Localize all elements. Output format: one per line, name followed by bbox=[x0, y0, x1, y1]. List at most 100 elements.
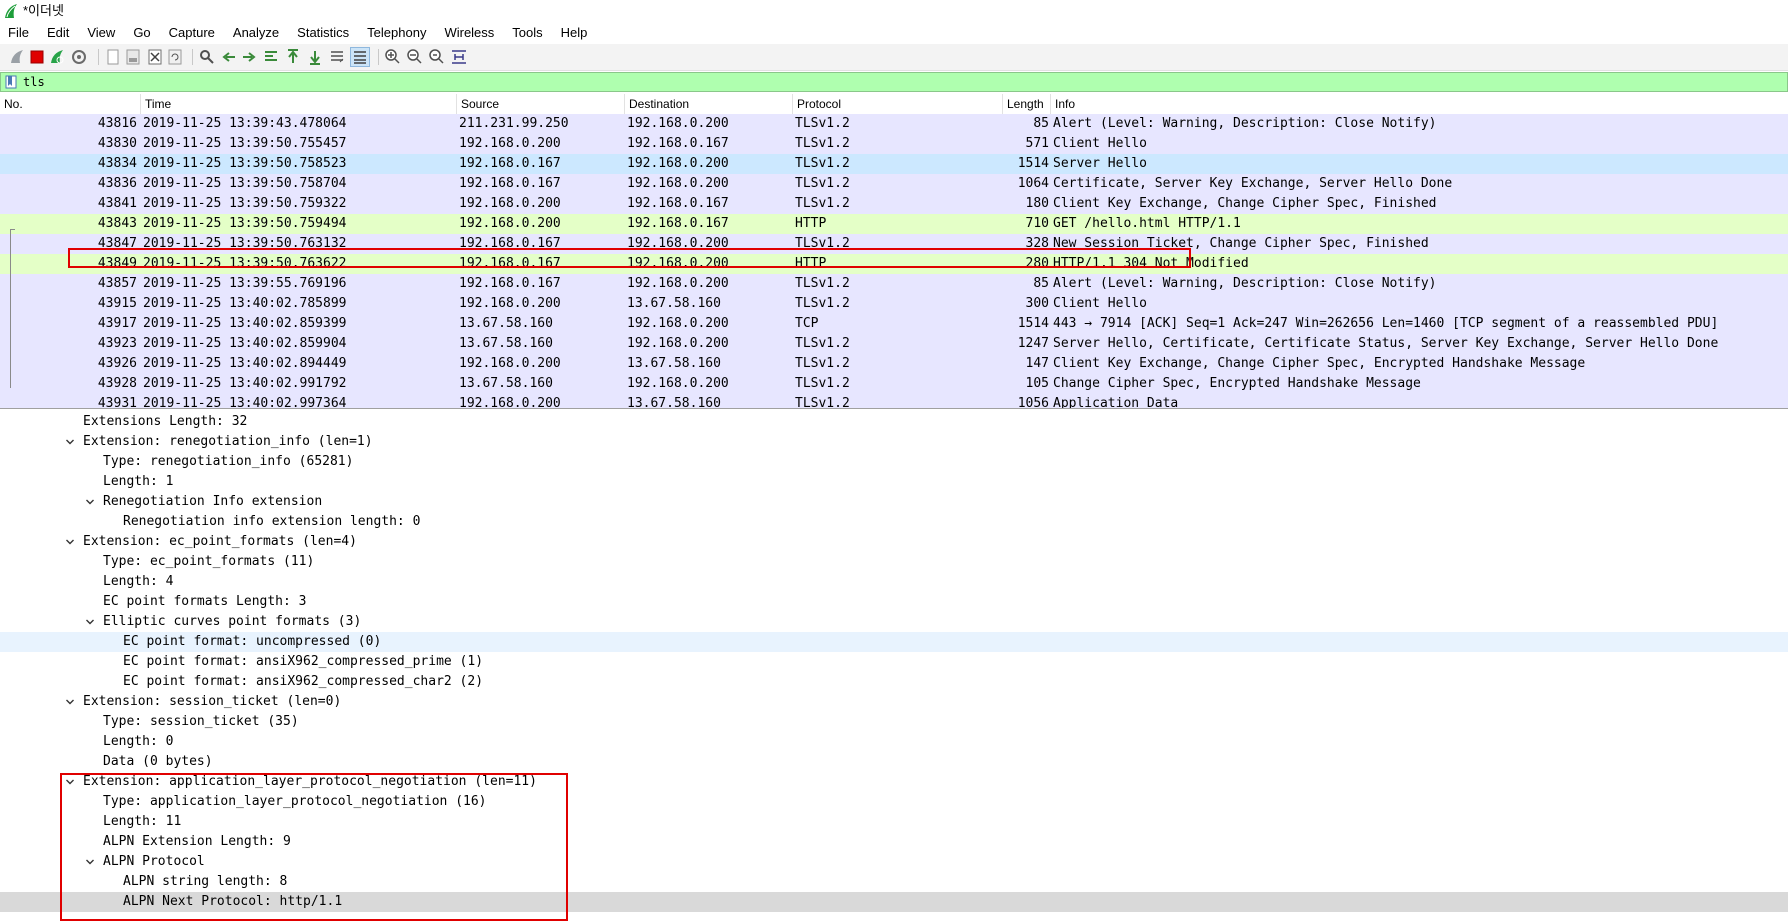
display-filter-input[interactable] bbox=[23, 73, 1763, 91]
column-header-label: Destination bbox=[629, 97, 690, 111]
tree-node-expanded[interactable]: ALPN Protocol bbox=[0, 852, 1788, 872]
save-file-icon[interactable] bbox=[124, 48, 142, 66]
menu-edit[interactable]: Edit bbox=[38, 22, 78, 44]
packet-row[interactable]: 43836 2019-11-25 13:39:50.758704 192.168.0… bbox=[0, 174, 1788, 194]
tree-leaf[interactable]: ALPN string length: 8 bbox=[0, 872, 1788, 892]
tree-node-expanded[interactable]: Extension: application_layer_protocol_ne… bbox=[0, 772, 1788, 792]
chevron-down-icon[interactable] bbox=[84, 852, 96, 872]
column-header-source[interactable]: Source bbox=[457, 94, 625, 114]
tree-node-expanded[interactable]: Extension: session_ticket (len=0) bbox=[0, 692, 1788, 712]
column-header-no[interactable]: No. bbox=[0, 94, 141, 114]
normal-size-icon[interactable] bbox=[428, 48, 446, 66]
menu-statistics[interactable]: Statistics bbox=[288, 22, 358, 44]
go-to-packet-icon[interactable] bbox=[262, 48, 280, 66]
packet-row[interactable]: 43830 2019-11-25 13:39:50.755457 192.168.0… bbox=[0, 134, 1788, 154]
tree-leaf[interactable]: Extensions Length: 32 bbox=[0, 412, 1788, 432]
packet-list: No. Time Source Destination Protocol Len… bbox=[0, 94, 1788, 409]
menu-view[interactable]: View bbox=[78, 22, 124, 44]
packet-row[interactable]: 43841 2019-11-25 13:39:50.759322 192.168.0… bbox=[0, 194, 1788, 214]
packet-cell-dst: 192.168.0.167 bbox=[627, 136, 729, 151]
colorize-icon[interactable] bbox=[350, 47, 370, 67]
tree-leaf[interactable]: Type: application_layer_protocol_negotia… bbox=[0, 792, 1788, 812]
packet-row[interactable]: 43917 2019-11-25 13:40:02.859399 13.67.58.… bbox=[0, 314, 1788, 334]
tree-leaf[interactable]: Length: 0 bbox=[0, 732, 1788, 752]
chevron-down-icon[interactable] bbox=[64, 532, 76, 552]
open-file-icon[interactable] bbox=[104, 48, 122, 66]
tree-leaf[interactable]: EC point format: uncompressed (0) bbox=[0, 632, 1788, 652]
menu-capture[interactable]: Capture bbox=[160, 22, 224, 44]
packet-row[interactable]: 43816 2019-11-25 13:39:43.478064 211.231.9… bbox=[0, 114, 1788, 134]
chevron-down-icon[interactable] bbox=[64, 692, 76, 712]
zoom-out-icon[interactable] bbox=[406, 48, 424, 66]
column-header-protocol[interactable]: Protocol bbox=[793, 94, 1003, 114]
chevron-down-icon[interactable] bbox=[64, 432, 76, 452]
column-header-length[interactable]: Length bbox=[1003, 94, 1051, 114]
packet-row-selected[interactable]: 43834 2019-11-25 13:39:50.758523 192.168.0… bbox=[0, 154, 1788, 174]
tree-node-expanded[interactable]: Extension: renegotiation_info (len=1) bbox=[0, 432, 1788, 452]
reload-file-icon[interactable] bbox=[166, 48, 184, 66]
packet-row[interactable]: 43847 2019-11-25 13:39:50.763132 192.168.0… bbox=[0, 234, 1788, 254]
packet-cell-proto: TLSv1.2 bbox=[795, 116, 850, 131]
menu-go[interactable]: Go bbox=[124, 22, 159, 44]
packet-cell-time: 2019-11-25 13:39:50.758523 bbox=[143, 156, 347, 171]
packet-row[interactable]: 43926 2019-11-25 13:40:02.894449 192.168.0… bbox=[0, 354, 1788, 374]
stop-capture-icon[interactable] bbox=[28, 48, 46, 66]
tree-leaf[interactable]: Data (0 bytes) bbox=[0, 752, 1788, 772]
column-header-label: Protocol bbox=[797, 97, 842, 111]
packet-cell-time: 2019-11-25 13:39:50.759494 bbox=[143, 216, 347, 231]
zoom-in-icon[interactable] bbox=[384, 48, 402, 66]
menu-analyze[interactable]: Analyze bbox=[224, 22, 288, 44]
tree-leaf[interactable]: ALPN Extension Length: 9 bbox=[0, 832, 1788, 852]
tree-leaf[interactable]: Length: 1 bbox=[0, 472, 1788, 492]
column-header-info[interactable]: Info bbox=[1051, 94, 1788, 114]
last-packet-icon[interactable] bbox=[306, 48, 324, 66]
chevron-down-icon[interactable] bbox=[64, 772, 76, 792]
packet-cell-src: 192.168.0.167 bbox=[459, 156, 561, 171]
tree-node-expanded[interactable]: Renegotiation Info extension bbox=[0, 492, 1788, 512]
tree-leaf[interactable]: Length: 11 bbox=[0, 812, 1788, 832]
resize-columns-icon[interactable] bbox=[450, 48, 468, 66]
tree-leaf[interactable]: Type: ec_point_formats (11) bbox=[0, 552, 1788, 572]
chevron-down-icon[interactable] bbox=[84, 492, 96, 512]
packet-cell-info: Alert (Level: Warning, Description: Clos… bbox=[1053, 116, 1437, 131]
packet-row[interactable]: 43923 2019-11-25 13:40:02.859904 13.67.58.… bbox=[0, 334, 1788, 354]
first-packet-icon[interactable] bbox=[284, 48, 302, 66]
menu-tools[interactable]: Tools bbox=[503, 22, 551, 44]
menu-wireless[interactable]: Wireless bbox=[435, 22, 503, 44]
chevron-down-icon[interactable] bbox=[84, 612, 96, 632]
packet-cell-dst: 192.168.0.200 bbox=[627, 336, 729, 351]
tree-leaf[interactable]: EC point format: ansiX962_compressed_pri… bbox=[0, 652, 1788, 672]
menu-help[interactable]: Help bbox=[552, 22, 597, 44]
tree-leaf[interactable]: EC point format: ansiX962_compressed_cha… bbox=[0, 672, 1788, 692]
close-file-icon[interactable] bbox=[146, 48, 164, 66]
go-forward-icon[interactable] bbox=[240, 48, 258, 66]
menu-file[interactable]: File bbox=[0, 22, 38, 44]
packet-row[interactable]: 43928 2019-11-25 13:40:02.991792 13.67.58.… bbox=[0, 374, 1788, 394]
find-packet-icon[interactable] bbox=[198, 48, 216, 66]
packet-row[interactable]: 43857 2019-11-25 13:39:55.769196 192.168.0… bbox=[0, 274, 1788, 294]
column-header-time[interactable]: Time bbox=[141, 94, 457, 114]
tree-leaf[interactable]: Type: renegotiation_info (65281) bbox=[0, 452, 1788, 472]
menu-telephony[interactable]: Telephony bbox=[358, 22, 435, 44]
column-header-label: Length bbox=[1007, 97, 1044, 111]
tree-leaf[interactable]: Length: 4 bbox=[0, 572, 1788, 592]
filter-bookmark-icon[interactable] bbox=[4, 75, 18, 89]
packet-row[interactable]: 43843 2019-11-25 13:39:50.759494 192.168.0… bbox=[0, 214, 1788, 234]
packet-row[interactable]: 43931 2019-11-25 13:40:02.997364 192.168.0… bbox=[0, 394, 1788, 408]
tree-leaf[interactable]: ALPN Next Protocol: http/1.1 bbox=[0, 892, 1788, 912]
packet-row[interactable]: 43915 2019-11-25 13:40:02.785899 192.168.0… bbox=[0, 294, 1788, 314]
tree-leaf[interactable]: EC point formats Length: 3 bbox=[0, 592, 1788, 612]
restart-capture-icon[interactable] bbox=[48, 48, 66, 66]
tree-node-expanded[interactable]: Extension: ec_point_formats (len=4) bbox=[0, 532, 1788, 552]
tree-leaf[interactable]: Type: session_ticket (35) bbox=[0, 712, 1788, 732]
start-capture-icon[interactable] bbox=[8, 48, 26, 66]
go-back-icon[interactable] bbox=[220, 48, 238, 66]
capture-options-icon[interactable] bbox=[70, 48, 88, 66]
wireshark-fin-icon bbox=[5, 4, 17, 18]
packet-cell-time: 2019-11-25 13:39:50.755457 bbox=[143, 136, 347, 151]
tree-leaf[interactable]: Renegotiation info extension length: 0 bbox=[0, 512, 1788, 532]
column-header-destination[interactable]: Destination bbox=[625, 94, 793, 114]
auto-scroll-icon[interactable] bbox=[328, 48, 346, 66]
packet-row[interactable]: 43849 2019-11-25 13:39:50.763622 192.168.0… bbox=[0, 254, 1788, 274]
tree-node-expanded[interactable]: Elliptic curves point formats (3) bbox=[0, 612, 1788, 632]
